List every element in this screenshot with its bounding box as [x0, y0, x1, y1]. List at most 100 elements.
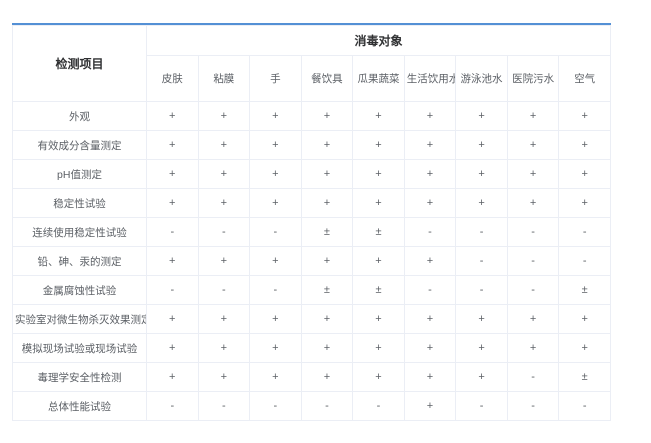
table-cell: +	[198, 334, 250, 363]
table-cell: -	[404, 218, 456, 247]
row-label: 金属腐蚀性试验	[13, 276, 147, 305]
table-cell: +	[456, 102, 508, 131]
table-cell: +	[301, 102, 353, 131]
table-cell: -	[456, 218, 508, 247]
table-cell: +	[559, 102, 611, 131]
table-row: 金属腐蚀性试验---±±---±	[13, 276, 611, 305]
table-cell: +	[250, 131, 302, 160]
table-cell: +	[507, 189, 559, 218]
table-cell: +	[559, 131, 611, 160]
column-header: 空气	[559, 56, 611, 102]
column-header: 餐饮具	[301, 56, 353, 102]
table-cell: +	[507, 102, 559, 131]
table-cell: +	[507, 305, 559, 334]
table-cell: +	[559, 189, 611, 218]
table-cell: -	[250, 392, 302, 421]
group-header-row: 检测项目 消毒对象	[13, 26, 611, 56]
table-cell: +	[456, 334, 508, 363]
table-cell: -	[353, 392, 405, 421]
row-label: 毒理学安全性检测	[13, 363, 147, 392]
table-cell: -	[507, 247, 559, 276]
table-row: 铅、砷、汞的测定++++++---	[13, 247, 611, 276]
table-cell: -	[147, 392, 199, 421]
table-cell: +	[198, 247, 250, 276]
disinfection-test-table: 检测项目 消毒对象 皮肤粘膜手餐饮具瓜果蔬菜生活饮用水游泳池水医院污水空气 外观…	[12, 25, 611, 421]
column-header: 瓜果蔬菜	[353, 56, 405, 102]
table-cell: +	[404, 102, 456, 131]
table-cell: +	[456, 189, 508, 218]
column-header: 医院污水	[507, 56, 559, 102]
table-cell: +	[559, 305, 611, 334]
table-row: 总体性能试验-----+---	[13, 392, 611, 421]
row-label: 外观	[13, 102, 147, 131]
table-cell: +	[301, 131, 353, 160]
table-cell: -	[250, 218, 302, 247]
table-cell: -	[147, 218, 199, 247]
column-header: 生活饮用水	[404, 56, 456, 102]
table-cell: +	[507, 131, 559, 160]
table-cell: +	[559, 334, 611, 363]
table-cell: -	[250, 276, 302, 305]
table-cell: -	[456, 247, 508, 276]
column-header: 游泳池水	[456, 56, 508, 102]
table-cell: +	[250, 305, 302, 334]
table-cell: -	[198, 392, 250, 421]
row-label: pH值测定	[13, 160, 147, 189]
table-cell: -	[198, 218, 250, 247]
table-row: 毒理学安全性检测+++++++-±	[13, 363, 611, 392]
table-cell: +	[250, 160, 302, 189]
row-label: 连续使用稳定性试验	[13, 218, 147, 247]
column-header: 皮肤	[147, 56, 199, 102]
table-cell: +	[456, 305, 508, 334]
group-header-cell: 消毒对象	[147, 26, 611, 56]
table-cell: +	[559, 160, 611, 189]
table-cell: -	[559, 392, 611, 421]
table-cell: +	[301, 334, 353, 363]
table-row: 模拟现场试验或现场试验+++++++++	[13, 334, 611, 363]
table-cell: +	[198, 305, 250, 334]
table-cell: ±	[301, 276, 353, 305]
table-row: 实验室对微生物杀灭效果测定+++++++++	[13, 305, 611, 334]
table-cell: +	[147, 247, 199, 276]
table-cell: +	[404, 247, 456, 276]
column-header: 手	[250, 56, 302, 102]
table-cell: +	[456, 160, 508, 189]
table-cell: -	[301, 392, 353, 421]
table-cell: -	[456, 392, 508, 421]
table-row: 连续使用稳定性试验---±±----	[13, 218, 611, 247]
table-cell: +	[353, 334, 405, 363]
table-cell: +	[404, 131, 456, 160]
table-row: pH值测定+++++++++	[13, 160, 611, 189]
table-cell: +	[301, 363, 353, 392]
table-cell: +	[198, 160, 250, 189]
table-cell: +	[353, 102, 405, 131]
corner-header-cell: 检测项目	[13, 26, 147, 102]
row-label: 铅、砷、汞的测定	[13, 247, 147, 276]
table-cell: -	[147, 276, 199, 305]
table-cell: +	[198, 102, 250, 131]
table-cell: ±	[559, 363, 611, 392]
table-cell: +	[250, 102, 302, 131]
table-cell: +	[353, 160, 405, 189]
table-cell: +	[301, 160, 353, 189]
table-cell: +	[301, 247, 353, 276]
table-cell: -	[507, 276, 559, 305]
table-cell: +	[353, 363, 405, 392]
table-cell: -	[507, 218, 559, 247]
table-cell: +	[147, 102, 199, 131]
table-cell: ±	[559, 276, 611, 305]
table-cell: +	[353, 247, 405, 276]
row-label: 模拟现场试验或现场试验	[13, 334, 147, 363]
table-cell: ±	[353, 218, 405, 247]
table-cell: +	[250, 334, 302, 363]
table-cell: ±	[353, 276, 405, 305]
table-cell: +	[353, 131, 405, 160]
table-cell: +	[198, 189, 250, 218]
table-cell: +	[198, 363, 250, 392]
table-row: 稳定性试验+++++++++	[13, 189, 611, 218]
table-cell: +	[404, 189, 456, 218]
table-cell: -	[559, 247, 611, 276]
table-cell: +	[301, 305, 353, 334]
table-cell: +	[301, 189, 353, 218]
table-cell: -	[559, 218, 611, 247]
